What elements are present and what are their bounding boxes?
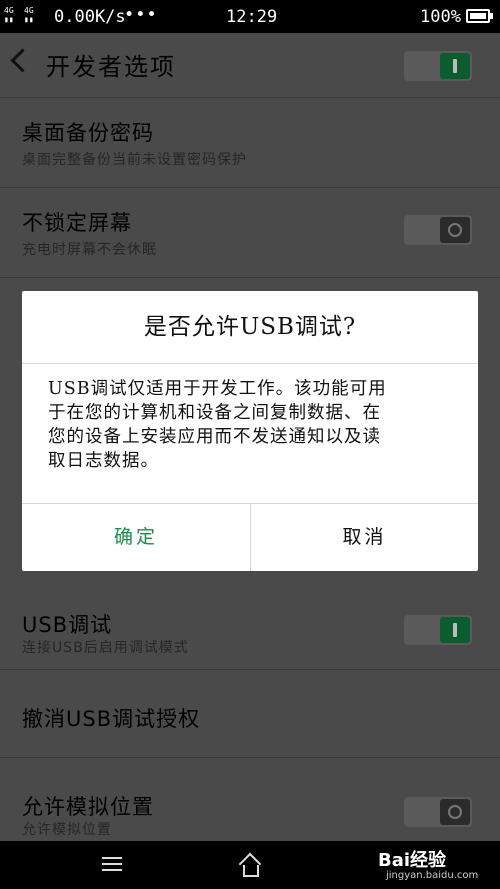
- dialog-message-line: USB调试仅适用于开发工作。该功能可用: [48, 379, 387, 399]
- setting-stay-awake[interactable]: 不锁定屏幕 充电时屏幕不会休眠: [0, 187, 500, 277]
- setting-title: 不锁定屏幕: [22, 211, 132, 235]
- watermark-url: jingyan.baidu.com: [386, 870, 479, 881]
- developer-options-toggle[interactable]: [404, 51, 472, 81]
- setting-title: 允许模拟位置: [22, 795, 154, 819]
- setting-subtitle: 桌面完整备份当前未设置密码保护: [22, 152, 247, 168]
- setting-subtitle: 充电时屏幕不会休眠: [22, 242, 157, 258]
- back-icon[interactable]: [10, 48, 35, 73]
- setting-subtitle: 连接USB后启用调试模式: [22, 640, 189, 656]
- navigation-bar: Bai经验 jingyan.baidu.com: [0, 841, 500, 889]
- dialog-message-line: 取日志数据。: [48, 451, 159, 471]
- setting-desktop-backup-password[interactable]: 桌面备份密码 桌面完整备份当前未设置密码保护: [0, 97, 500, 187]
- dialog-message-line: 于在您的计算机和设备之间复制数据、在: [48, 403, 381, 423]
- toggle-knob: [440, 217, 470, 243]
- dialog-divider: [22, 363, 478, 364]
- setting-allow-mock-locations[interactable]: 允许模拟位置 允许模拟位置: [0, 757, 500, 841]
- battery-tip: [490, 13, 493, 19]
- dialog-message-line: 您的设备上安装应用而不发送通知以及读: [48, 427, 381, 447]
- baidu-jingyan-watermark: Bai经验 jingyan.baidu.com: [378, 846, 478, 881]
- toggle-knob: [440, 617, 470, 643]
- ok-button[interactable]: 确定: [22, 503, 250, 571]
- usb-debugging-toggle[interactable]: [404, 615, 472, 645]
- toggle-knob: [440, 799, 470, 825]
- signal-icon: 4G ▮▮: [4, 6, 14, 24]
- dialog-title: 是否允许USB调试?: [143, 314, 357, 340]
- more-notifications-icon: •••: [124, 5, 158, 25]
- cancel-button[interactable]: 取消: [250, 503, 478, 571]
- battery-icon: [466, 9, 490, 23]
- stay-awake-toggle[interactable]: [404, 215, 472, 245]
- setting-usb-debugging[interactable]: USB调试 连接USB后启用调试模式: [0, 589, 500, 669]
- setting-revoke-usb-authorization[interactable]: 撤消USB调试授权: [0, 669, 500, 757]
- mock-location-toggle[interactable]: [404, 797, 472, 827]
- watermark-brand: Bai经验: [378, 850, 447, 871]
- network-speed: 0.00K/s: [54, 7, 126, 27]
- home-icon[interactable]: [238, 851, 262, 877]
- page-title: 开发者选项: [46, 53, 176, 81]
- setting-title: 撤消USB调试授权: [22, 707, 201, 731]
- header: 开发者选项: [0, 33, 500, 97]
- toggle-knob: [440, 53, 470, 79]
- home-icon-base: [243, 865, 259, 877]
- setting-title: 桌面备份密码: [22, 121, 154, 145]
- status-bar: 4G ▮▮ 4G ▮▮ 0.00K/s ••• 12:29 100%: [0, 0, 500, 33]
- dialog-message: USB调试仅适用于开发工作。该功能可用 于在您的计算机和设备之间复制数据、在 您…: [48, 377, 458, 473]
- menu-icon[interactable]: [102, 857, 122, 871]
- divider: [0, 277, 500, 278]
- usb-debugging-dialog: 是否允许USB调试? USB调试仅适用于开发工作。该功能可用 于在您的计算机和设…: [22, 291, 478, 571]
- clock: 12:29: [226, 7, 278, 27]
- battery-percent: 100%: [420, 7, 461, 27]
- setting-title: USB调试: [22, 613, 113, 637]
- signal-icon-2: 4G ▮▮: [24, 6, 34, 24]
- setting-subtitle: 允许模拟位置: [22, 822, 112, 838]
